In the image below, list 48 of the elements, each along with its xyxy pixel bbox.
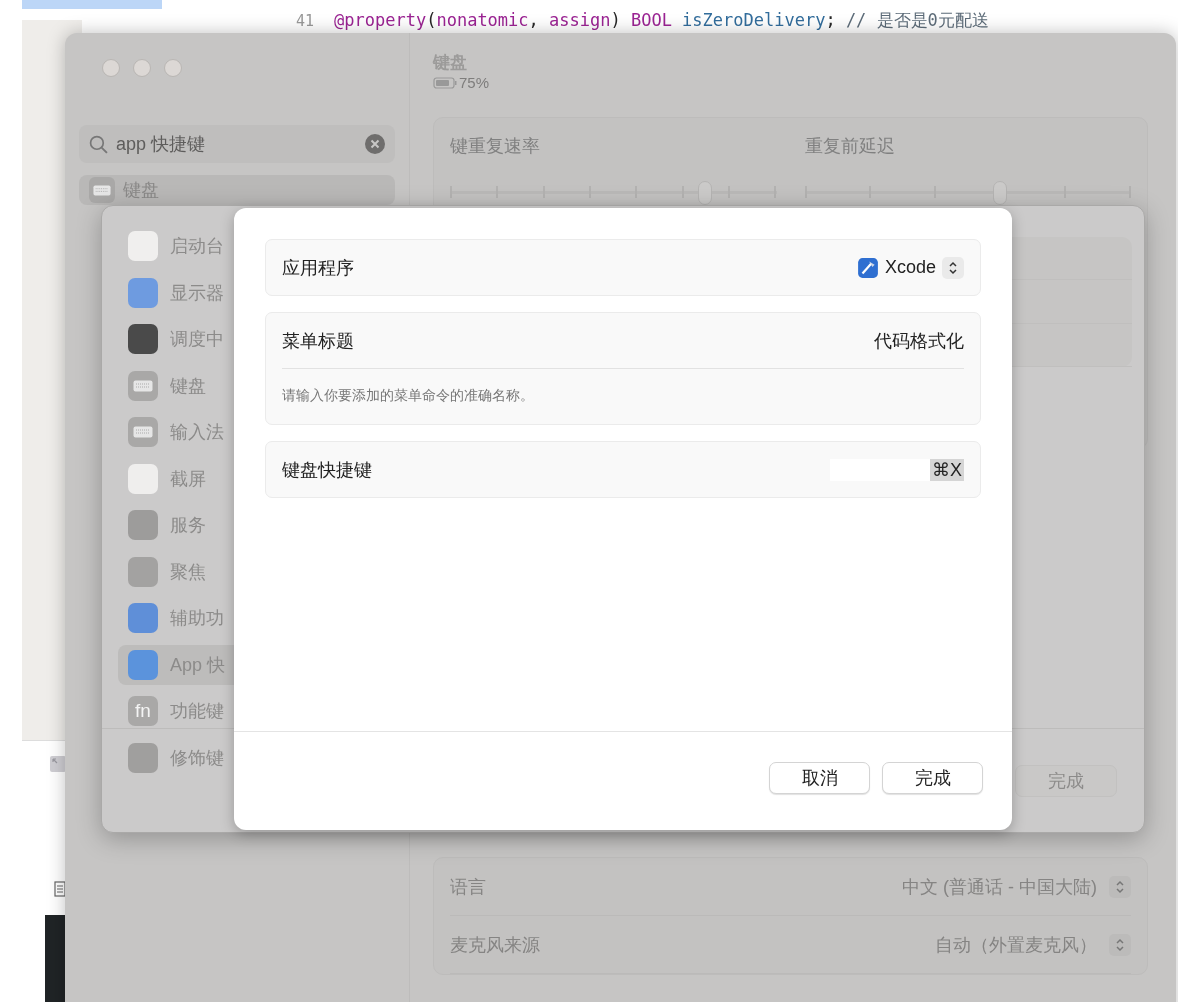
popup-menu[interactable]: Xcode: [856, 256, 964, 279]
close-button[interactable]: [102, 59, 120, 77]
fn-key-icon: fn: [128, 696, 158, 726]
dialog-button[interactable]: 完成: [882, 762, 983, 794]
keyboard-icon: [128, 370, 158, 401]
keyboard-icon: [128, 417, 158, 447]
sidebar-item[interactable]: 输入法: [118, 412, 235, 452]
hint-text: 请输入你要添加的菜单命令的准确名称。: [282, 368, 964, 424]
slider-label: 重复前延迟: [804, 135, 896, 158]
chevron-icon: [1109, 875, 1131, 898]
search-field[interactable]: app 快捷键: [79, 125, 395, 163]
done-button[interactable]: 完成: [1015, 764, 1117, 797]
slider-thumb[interactable]: [993, 181, 1008, 205]
resize-icon: [50, 756, 66, 772]
document-icon: [54, 881, 66, 897]
row-label: 麦克风来源: [450, 933, 540, 957]
minimize-button[interactable]: [133, 59, 151, 77]
sidebar-item[interactable]: 调度中: [118, 319, 235, 359]
popup-menu[interactable]: 自动（外置麦克风）: [935, 932, 1131, 957]
clear-icon[interactable]: [365, 134, 385, 154]
shortcut-field[interactable]: ⌘X: [830, 458, 964, 481]
battery-icon: [433, 76, 457, 89]
slider-thumb[interactable]: [697, 181, 712, 205]
slider[interactable]: [804, 184, 1131, 202]
chevron-icon: [942, 256, 964, 279]
field-label: 应用程序: [282, 256, 354, 280]
chevron-icon: [1109, 933, 1131, 956]
slider-label: 键重复速率: [450, 135, 541, 158]
field-label: 键盘快捷键: [282, 458, 372, 482]
text-field[interactable]: 代码格式化: [874, 328, 964, 353]
sidebar-item[interactable]: 键盘: [118, 365, 235, 406]
sidebar-item[interactable]: fn 功能键: [118, 691, 235, 731]
hammer-app-icon: [856, 256, 879, 279]
slider[interactable]: [450, 184, 777, 202]
sidebar-item[interactable]: 聚焦: [118, 551, 235, 592]
sidebar-item[interactable]: 修饰键: [118, 737, 235, 778]
sidebar-item[interactable]: 服务: [118, 505, 235, 545]
keyboard-icon: [89, 177, 115, 203]
sidebar-item[interactable]: 截屏: [118, 458, 235, 499]
row-label: 语言: [450, 875, 486, 899]
sidebar-item[interactable]: 显示器: [118, 272, 235, 313]
sidebar-item[interactable]: 辅助功: [118, 598, 235, 638]
sidebar-item[interactable]: 启动台: [118, 226, 235, 266]
dialog-button[interactable]: 取消: [769, 762, 870, 794]
battery-level: 75%: [459, 74, 490, 91]
zoom-button[interactable]: [164, 59, 182, 77]
field-label: 菜单标题: [282, 329, 354, 353]
popup-menu[interactable]: 中文 (普通话 - 中国大陆): [902, 874, 1131, 899]
